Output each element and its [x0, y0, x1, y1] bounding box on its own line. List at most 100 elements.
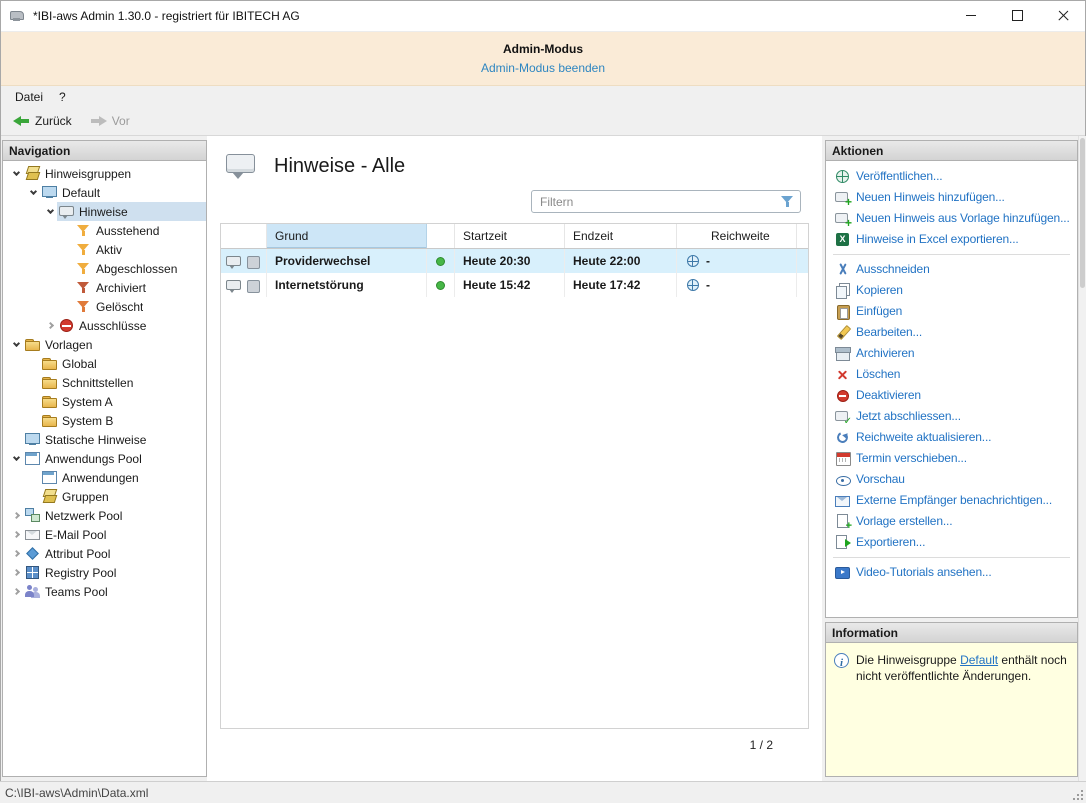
action-ausschneiden[interactable]: Ausschneiden — [826, 259, 1077, 280]
funnel-icon — [76, 280, 91, 295]
tree-item-teams-pool[interactable]: Teams Pool — [3, 582, 206, 601]
tree-item-label: System B — [62, 413, 114, 428]
action-neuen-hinweis-hinzufügen[interactable]: Neuen Hinweis hinzufügen... — [826, 187, 1077, 208]
menu-item-datei[interactable]: Datei — [7, 88, 51, 106]
scrollbar-thumb[interactable] — [1080, 138, 1085, 288]
collapse-icon[interactable] — [9, 338, 23, 352]
tree-item-system-a[interactable]: System A — [3, 392, 206, 411]
filter-funnel-icon[interactable] — [780, 194, 795, 209]
expand-icon[interactable] — [9, 528, 23, 542]
forward-button[interactable]: Vor — [83, 111, 137, 131]
pager: 1 / 2 — [749, 738, 773, 752]
app-window: *IBI-aws Admin 1.30.0 - registriert für … — [0, 0, 1086, 803]
cell-icons — [221, 249, 267, 273]
column-header-reichweite[interactable]: Reichweite — [677, 224, 797, 248]
action-löschen[interactable]: Löschen — [826, 364, 1077, 385]
action-reichweite-aktualisieren[interactable]: Reichweite aktualisieren... — [826, 427, 1077, 448]
column-header-startzeit[interactable]: Startzeit — [455, 224, 565, 248]
menu-item-hilfe[interactable]: ? — [51, 88, 74, 106]
action-exportieren[interactable]: Exportieren... — [826, 532, 1077, 553]
table-row-internetstörung[interactable]: Internetstörung Heute 15:42 Heute 17:42- — [221, 273, 808, 297]
column-header-endzeit[interactable]: Endzeit — [565, 224, 677, 248]
tree-item-system-b[interactable]: System B — [3, 411, 206, 430]
tree-item-label: Gruppen — [62, 489, 109, 504]
expand-icon[interactable] — [9, 566, 23, 580]
expand-icon[interactable] — [43, 319, 57, 333]
action-kopieren[interactable]: Kopieren — [826, 280, 1077, 301]
note-icon — [226, 278, 241, 293]
tree-item-gelöscht[interactable]: Gelöscht — [3, 297, 206, 316]
action-hinweise-in-excel-exportieren[interactable]: Hinweise in Excel exportieren... — [826, 229, 1077, 250]
tree-item-global[interactable]: Global — [3, 354, 206, 373]
tree-item-vorlagen[interactable]: Vorlagen — [3, 335, 206, 354]
information-box: Die Hinweisgruppe Default enthält noch n… — [826, 643, 1077, 776]
monitor-icon — [42, 185, 57, 200]
expand-icon[interactable] — [9, 509, 23, 523]
hinweise-icon — [226, 152, 256, 180]
admin-mode-end-link[interactable]: Admin-Modus beenden — [481, 61, 605, 75]
maximize-button[interactable] — [994, 0, 1040, 31]
action-neuen-hinweis-aus-vorlage-hinzufügen[interactable]: Neuen Hinweis aus Vorlage hinzufügen... — [826, 208, 1077, 229]
deactivate-icon — [835, 388, 850, 403]
action-termin-verschieben[interactable]: Termin verschieben... — [826, 448, 1077, 469]
default-group-link[interactable]: Default — [960, 653, 998, 667]
tree-item-hinweise[interactable]: Hinweise — [3, 202, 206, 221]
tree-item-abgeschlossen[interactable]: Abgeschlossen — [3, 259, 206, 278]
window-icon — [25, 451, 40, 466]
expand-icon[interactable] — [9, 547, 23, 561]
display-icon — [246, 278, 261, 293]
reichweite-globe-icon — [685, 254, 700, 269]
cell-endzeit: Heute 17:42 — [565, 273, 677, 297]
action-vorlage-erstellen[interactable]: Vorlage erstellen... — [826, 511, 1077, 532]
collapse-icon[interactable] — [9, 452, 23, 466]
action-vorschau[interactable]: Vorschau — [826, 469, 1077, 490]
tree-item-ausstehend[interactable]: Ausstehend — [3, 221, 206, 240]
action-veröffentlichen[interactable]: Veröffentlichen... — [826, 166, 1077, 187]
tree-item-default[interactable]: Default — [3, 183, 206, 202]
action-list: Veröffentlichen...Neuen Hinweis hinzufüg… — [826, 161, 1077, 617]
action-einfügen[interactable]: Einfügen — [826, 301, 1077, 322]
tree-item-registry-pool[interactable]: Registry Pool — [3, 563, 206, 582]
folder-icon — [42, 394, 57, 409]
action-bearbeiten[interactable]: Bearbeiten... — [826, 322, 1077, 343]
back-button[interactable]: Zurück — [6, 111, 79, 131]
collapse-icon[interactable] — [43, 205, 57, 219]
video-icon — [835, 565, 850, 580]
tree-item-gruppen[interactable]: Gruppen — [3, 487, 206, 506]
action-video-tutorials-ansehen[interactable]: Video-Tutorials ansehen... — [826, 562, 1077, 583]
collapse-icon[interactable] — [9, 167, 23, 181]
delete-icon — [835, 367, 850, 382]
tree-item-statische-hinweise[interactable]: Statische Hinweise — [3, 430, 206, 449]
tree-item-hinweisgruppen[interactable]: Hinweisgruppen — [3, 164, 206, 183]
tree-item-anwendungs-pool[interactable]: Anwendungs Pool — [3, 449, 206, 468]
tree-item-label: Attribut Pool — [45, 546, 111, 561]
tree-item-aktiv[interactable]: Aktiv — [3, 240, 206, 259]
minimize-button[interactable] — [948, 0, 994, 31]
vertical-scrollbar[interactable] — [1078, 136, 1086, 781]
tree-item-e-mail-pool[interactable]: E-Mail Pool — [3, 525, 206, 544]
action-archivieren[interactable]: Archivieren — [826, 343, 1077, 364]
table-row-providerwechsel[interactable]: Providerwechsel Heute 20:30 Heute 22:00- — [221, 249, 808, 273]
collapse-icon[interactable] — [26, 186, 40, 200]
column-header-status[interactable] — [427, 224, 455, 248]
close-button[interactable] — [1040, 0, 1086, 31]
tree-item-schnittstellen[interactable]: Schnittstellen — [3, 373, 206, 392]
tree-item-archiviert[interactable]: Archiviert — [3, 278, 206, 297]
tree-item-anwendungen[interactable]: Anwendungen — [3, 468, 206, 487]
cell-filler — [797, 249, 808, 273]
action-externe-empfänger-benachrichtigen[interactable]: Externe Empfänger benachrichtigen... — [826, 490, 1077, 511]
resize-grip-icon[interactable] — [1072, 789, 1084, 801]
tree-item-label: Global — [62, 356, 97, 371]
action-deaktivieren[interactable]: Deaktivieren — [826, 385, 1077, 406]
action-jetzt-abschliessen[interactable]: Jetzt abschliessen... — [826, 406, 1077, 427]
tree-item-ausschlüsse[interactable]: Ausschlüsse — [3, 316, 206, 335]
admin-mode-title: Admin-Modus — [503, 42, 583, 56]
filter-input[interactable] — [532, 194, 780, 209]
tree-item-attribut-pool[interactable]: Attribut Pool — [3, 544, 206, 563]
window-title: *IBI-aws Admin 1.30.0 - registriert für … — [33, 8, 300, 23]
column-header-grund[interactable]: Grund — [267, 224, 427, 248]
tree-item-label: Abgeschlossen — [96, 261, 178, 276]
expand-icon[interactable] — [9, 585, 23, 599]
tree-item-netzwerk-pool[interactable]: Netzwerk Pool — [3, 506, 206, 525]
